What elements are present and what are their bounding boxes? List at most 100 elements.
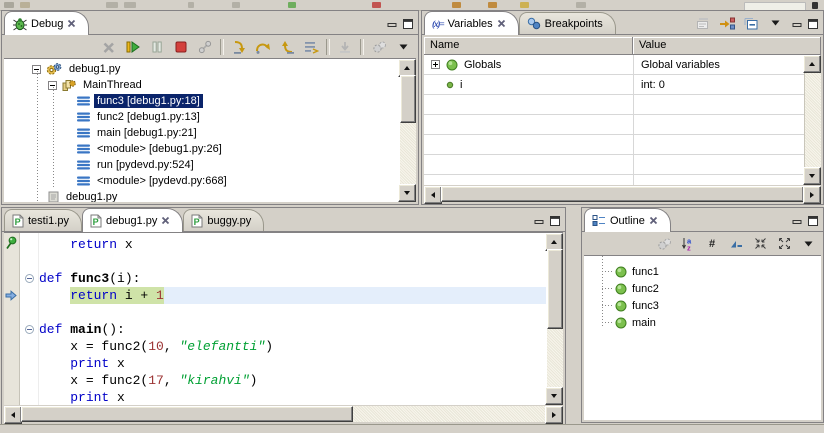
debug-tree-item[interactable]: debug1.py	[4, 189, 399, 202]
tab-outline[interactable]: Outline	[584, 208, 671, 232]
remove-terminated-button[interactable]	[100, 38, 118, 56]
annotation-ruler[interactable]	[4, 233, 20, 405]
debug-tree-item[interactable]: <module> [pydevd.py:668]	[4, 173, 399, 189]
scroll-down-button[interactable]	[803, 167, 821, 185]
editor-hscroll[interactable]	[4, 406, 563, 422]
debug-tree-item[interactable]: MainThread	[4, 77, 399, 93]
hash-button[interactable]: #	[703, 235, 721, 253]
code-line[interactable]	[39, 304, 546, 321]
terminate-button[interactable]	[172, 38, 190, 56]
debug-tree-vscroll[interactable]	[400, 59, 416, 202]
column-divider[interactable]	[633, 55, 634, 185]
scroll-up-button[interactable]	[803, 55, 821, 73]
sort-az-button[interactable]: az	[679, 235, 697, 253]
tab-testi1py[interactable]: P testi1.py	[4, 209, 82, 231]
outline-item[interactable]: func3	[584, 297, 821, 314]
close-icon[interactable]	[497, 19, 506, 28]
menu-button[interactable]	[766, 14, 784, 32]
code-line[interactable]: x = func2(17, "kirahvi")	[39, 372, 546, 389]
use-step-filters-button[interactable]	[302, 38, 320, 56]
minimize-button[interactable]	[790, 18, 803, 30]
show-logical-structure-button[interactable]	[718, 14, 736, 32]
outline-item[interactable]: main	[584, 314, 821, 331]
expand-arrows-button[interactable]	[775, 235, 793, 253]
code-line[interactable]: print x	[39, 389, 546, 405]
tab-buggypy[interactable]: P buggy.py	[183, 209, 264, 231]
scroll-left-button[interactable]	[4, 406, 22, 424]
expand-toggle[interactable]	[431, 60, 440, 69]
step-into-button[interactable]	[230, 38, 248, 56]
gears-gray-button[interactable]	[655, 235, 673, 253]
minimize-button[interactable]	[790, 215, 803, 227]
scroll-thumb[interactable]	[547, 249, 563, 329]
variables-vscroll[interactable]	[804, 55, 821, 185]
scroll-thumb[interactable]	[400, 75, 416, 123]
folding-ruler[interactable]	[20, 233, 39, 405]
fold-collapse-marker[interactable]	[25, 325, 34, 334]
collapse-arrows-button[interactable]	[751, 235, 769, 253]
variable-value: int: 0	[633, 79, 665, 91]
scroll-thumb[interactable]	[21, 406, 353, 422]
debug-tree-item[interactable]: func2 [debug1.py:13]	[4, 109, 399, 125]
maximize-button[interactable]	[401, 18, 414, 30]
collapse-all-button[interactable]	[742, 14, 760, 32]
menu-icon	[399, 44, 408, 50]
code-line[interactable]: return x	[39, 236, 546, 253]
variables-empty-row	[424, 95, 821, 115]
column-header-value[interactable]: Value	[633, 37, 821, 55]
outline-item[interactable]: func1	[584, 263, 821, 280]
variables-row[interactable]: GlobalsGlobal variables	[424, 55, 821, 75]
scroll-thumb[interactable]	[441, 186, 804, 202]
tab-breakpoints[interactable]: Breakpoints	[519, 12, 616, 34]
close-icon[interactable]	[161, 216, 170, 225]
close-icon[interactable]	[67, 19, 76, 28]
scroll-left-button[interactable]	[424, 186, 442, 204]
scroll-down-button[interactable]	[398, 184, 416, 202]
code-line[interactable]: x = func2(10, "elefantti")	[39, 338, 546, 355]
outline-item-label: main	[632, 317, 656, 329]
code-line[interactable]	[39, 253, 546, 270]
debug-tree-item[interactable]: func3 [debug1.py:18]	[4, 93, 399, 109]
code-line[interactable]: def func3(i):	[39, 270, 546, 287]
hide-static-button[interactable]	[727, 235, 745, 253]
tab-debug[interactable]: Debug	[4, 11, 89, 35]
debug-tree-item[interactable]: run [pydevd.py:524]	[4, 157, 399, 173]
code-line[interactable]: def main():	[39, 321, 546, 338]
outline-item-label: func1	[632, 266, 659, 278]
gears-gray-button[interactable]	[370, 38, 388, 56]
editor-vscroll[interactable]	[547, 233, 563, 405]
outline-item[interactable]: func2	[584, 280, 821, 297]
minimize-button[interactable]	[532, 215, 545, 227]
minimize-button[interactable]	[385, 18, 398, 30]
debug-tree-item[interactable]: debug1.py	[4, 61, 399, 77]
tab-variables[interactable]: (x)= Variables	[424, 11, 519, 35]
fold-collapse-marker[interactable]	[25, 274, 34, 283]
scroll-down-button[interactable]	[545, 387, 563, 405]
step-over-button[interactable]	[254, 38, 272, 56]
maximize-button[interactable]	[548, 215, 561, 227]
code-editor[interactable]: return x def func3(i): return i + 1 def ma…	[39, 236, 546, 405]
menu-button[interactable]	[799, 235, 817, 253]
drop-to-frame-button[interactable]	[336, 38, 354, 56]
show-type-names-button[interactable]	[694, 14, 712, 32]
step-return-button[interactable]	[278, 38, 296, 56]
disconnect-button[interactable]	[196, 38, 214, 56]
debug-tree-item[interactable]: <module> [debug1.py:26]	[4, 141, 399, 157]
code-line[interactable]: return i + 1	[39, 287, 546, 304]
menu-button[interactable]	[394, 38, 412, 56]
maximize-button[interactable]	[806, 215, 819, 227]
scroll-right-button[interactable]	[545, 406, 563, 424]
suspend-button[interactable]	[148, 38, 166, 56]
resume-button[interactable]	[124, 38, 142, 56]
hide-static-icon	[730, 239, 743, 249]
variables-row[interactable]: iint: 0	[424, 75, 821, 95]
variables-hscroll[interactable]	[424, 186, 821, 202]
scroll-right-button[interactable]	[803, 186, 821, 204]
code-line[interactable]: print x	[39, 355, 546, 372]
maximize-button[interactable]	[806, 18, 819, 30]
debug-tree-item[interactable]: main [debug1.py:21]	[4, 125, 399, 141]
editor-content[interactable]: return x def func3(i): return i + 1 def ma…	[4, 232, 563, 405]
tab-debug1py[interactable]: P debug1.py	[82, 208, 183, 232]
close-icon[interactable]	[649, 216, 658, 225]
column-header-name[interactable]: Name	[424, 37, 633, 55]
